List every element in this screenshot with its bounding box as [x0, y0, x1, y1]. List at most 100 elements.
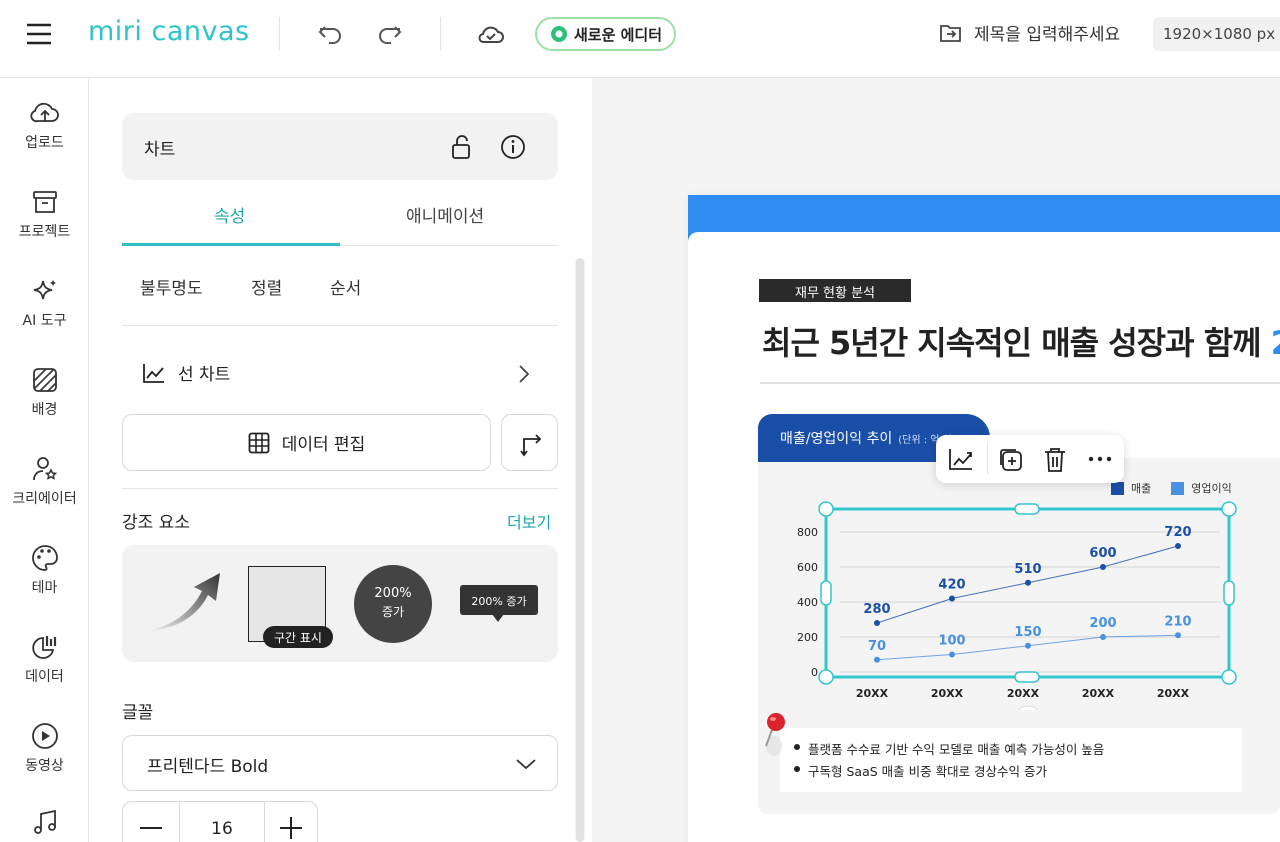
duplicate-icon[interactable] [998, 447, 1024, 473]
divider [122, 488, 558, 489]
pie-bar-chart-icon [31, 636, 56, 659]
curved-arrow-element[interactable] [144, 569, 224, 635]
legend-label: 매출 [1131, 482, 1152, 495]
card-title-text: 매출/영업이익 추이 [780, 431, 893, 447]
data-label: 210 [1164, 614, 1191, 629]
app-logo[interactable]: miri canvas [88, 16, 250, 47]
menu-icon[interactable] [26, 22, 52, 46]
note-text: 플랫폼 수수료 기반 수익 모델로 매출 예측 가능성이 높음 [808, 742, 1105, 757]
tab-properties[interactable]: 속성 [214, 202, 245, 227]
font-size-input[interactable]: 16 [180, 819, 264, 839]
data-point[interactable] [1175, 632, 1181, 639]
archive-box-icon [32, 191, 57, 213]
resize-handle-corner[interactable] [818, 501, 834, 517]
y-tick-label: 0 [811, 666, 818, 679]
data-point[interactable] [1175, 543, 1181, 549]
info-icon[interactable] [500, 134, 526, 160]
play-circle-icon [31, 723, 58, 749]
divider [122, 325, 558, 326]
slide-tag[interactable]: 재무 현황 분석 [759, 279, 911, 302]
legend-swatch-revenue [1111, 481, 1124, 495]
data-edit-label: 데이터 편집 [281, 435, 366, 455]
chart-trend-icon[interactable] [948, 447, 974, 471]
redo-icon[interactable] [377, 22, 403, 46]
panel-scrollbar[interactable] [576, 258, 584, 842]
resize-handle-edge[interactable] [1014, 503, 1040, 515]
more-icon[interactable] [1088, 456, 1112, 462]
swap-axes-button[interactable] [501, 414, 558, 471]
divider [279, 17, 280, 51]
resize-handle-corner[interactable] [1221, 669, 1237, 685]
circle-value: 200% [374, 586, 412, 601]
cloud-save-icon[interactable] [477, 22, 505, 46]
plus-icon[interactable] [280, 817, 302, 839]
title-input[interactable]: 제목을 입력해주세요 [938, 20, 1120, 45]
nav-item-background[interactable]: 배경 [0, 365, 89, 419]
data-label: 720 [1164, 525, 1191, 540]
data-label: 420 [938, 578, 965, 593]
line-chart-icon [143, 363, 164, 383]
note-text: 구독형 SaaS 매출 비중 확대로 경상수익 증가 [808, 764, 1048, 779]
subtab-opacity[interactable]: 불투명도 [140, 274, 203, 299]
font-family-select[interactable]: 프리텐다드 Bold [122, 735, 558, 791]
minus-icon[interactable] [140, 826, 162, 830]
data-label: 100 [938, 634, 965, 649]
resize-handle-corner[interactable] [818, 669, 834, 685]
subtab-align[interactable]: 정렬 [251, 274, 282, 299]
title-placeholder: 제목을 입력해주세요 [974, 25, 1121, 45]
nav-item-video[interactable]: 동영상 [0, 721, 89, 775]
headline-accent: 20 [1271, 324, 1280, 362]
data-point[interactable] [949, 651, 955, 658]
legend-label: 영업이익 [1191, 482, 1232, 495]
data-point[interactable] [1025, 642, 1031, 649]
range-label: 구간 표시 [263, 626, 333, 648]
more-link[interactable]: 더보기 [507, 509, 551, 533]
nav-item-data[interactable]: 데이터 [0, 632, 89, 686]
resize-handle-edge[interactable] [1223, 580, 1235, 606]
subtab-order[interactable]: 순서 [330, 274, 361, 299]
nav-label: 동영상 [25, 758, 64, 774]
panel-header: 차트 [122, 113, 558, 180]
resize-handle-edge[interactable] [820, 580, 832, 606]
nav-item-music[interactable] [0, 808, 89, 842]
nav-item-ai-tools[interactable]: AI 도구 [0, 276, 89, 330]
data-point[interactable] [874, 656, 880, 663]
increase-bubble-element[interactable]: 200% 증가 [460, 585, 538, 615]
notes-box[interactable]: 플랫폼 수수료 기반 수익 모델로 매출 예측 가능성이 높음 구독형 SaaS… [780, 728, 1242, 792]
user-star-icon [32, 457, 57, 481]
trash-icon[interactable] [1043, 447, 1067, 473]
tab-animation[interactable]: 애니메이션 [406, 202, 484, 227]
y-tick-label: 600 [797, 561, 818, 574]
canvas-size-button[interactable]: 1920×1080 px [1153, 17, 1280, 51]
nav-item-theme[interactable]: 테마 [0, 543, 89, 597]
unlock-icon[interactable] [450, 134, 474, 160]
nav-item-project[interactable]: 프로젝트 [0, 187, 89, 241]
nav-item-creator[interactable]: 크리에이터 [0, 454, 89, 508]
resize-handle-edge[interactable] [1014, 671, 1040, 683]
nav-item-upload[interactable]: 업로드 [0, 98, 89, 152]
new-editor-button[interactable]: 새로운 에디터 [535, 17, 676, 51]
data-point[interactable] [1100, 564, 1106, 570]
data-label: 70 [868, 639, 886, 654]
undo-icon[interactable] [317, 22, 343, 46]
resize-handle-corner[interactable] [1221, 501, 1237, 517]
data-point[interactable] [1025, 579, 1031, 586]
data-label: 280 [863, 602, 890, 617]
nav-label: 배경 [31, 402, 58, 418]
rotate-handle[interactable] [1014, 705, 1042, 710]
chevron-right-icon[interactable] [518, 364, 530, 384]
y-tick-label: 400 [797, 596, 818, 609]
line-chart[interactable]: 0 200 400 600 800 20XX 20XX 20XX 20XX 20XX 280 420 5… [780, 500, 1250, 710]
circle-label: 증가 [381, 605, 405, 619]
data-point[interactable] [949, 595, 955, 602]
slide-headline[interactable]: 최근 5년간 지속적인 매출 성장과 함께 20 [762, 318, 1280, 364]
properties-panel: 차트 속성 애니메이션 불투명도 정렬 순서 선 차트 데이터 편집 강조 요소… [90, 78, 592, 842]
data-point[interactable] [1100, 634, 1106, 640]
data-edit-button[interactable]: 데이터 편집 [122, 414, 491, 471]
chart-type-selector[interactable]: 선 차트 [142, 360, 230, 385]
data-point[interactable] [874, 620, 880, 626]
y-tick-label: 200 [797, 631, 818, 644]
top-bar: miri canvas 새로운 에디터 제목을 입력해주세요 1920×1080… [0, 0, 1280, 78]
folder-move-icon [940, 24, 961, 42]
increase-circle-element[interactable]: 200% 증가 [354, 565, 432, 643]
